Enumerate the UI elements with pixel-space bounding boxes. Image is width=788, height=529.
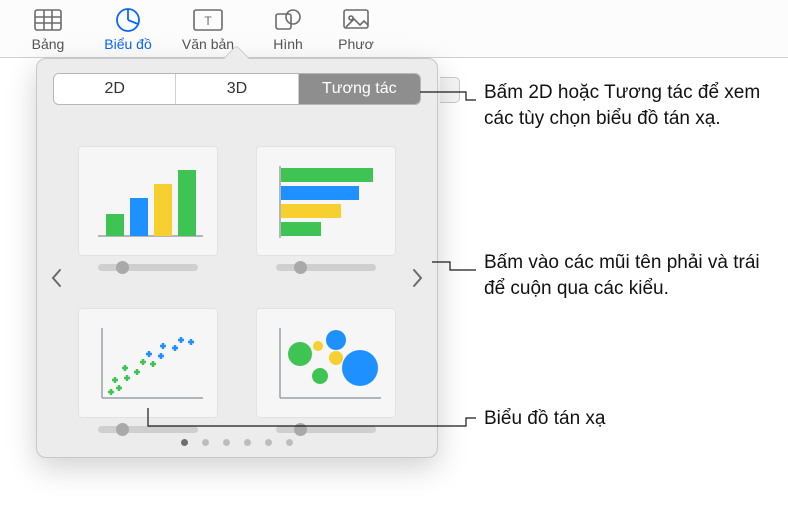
scatter-chart-icon [78, 308, 218, 418]
toolbar-chart-label: Biểu đồ [104, 36, 151, 52]
style-slider[interactable] [98, 426, 198, 433]
bubble-chart-icon [256, 308, 396, 418]
callout-arrows: Bấm vào các mũi tên phải và trái để cuộn… [484, 250, 784, 301]
toolbar-text-label: Văn bản [182, 36, 234, 52]
toolbar-table[interactable]: Bảng [8, 4, 88, 52]
callout-tabs: Bấm 2D hoặc Tương tác để xem các tùy chọ… [484, 80, 784, 131]
prev-arrow[interactable] [45, 258, 67, 298]
toolbar-media-label: Phươ [338, 36, 374, 52]
page-dot[interactable] [181, 439, 188, 446]
toolbar-shape-label: Hình [273, 36, 303, 52]
svg-text:T: T [204, 14, 212, 28]
style-slider[interactable] [276, 264, 376, 271]
background-control-fragment [440, 77, 460, 103]
bar-chart-icon [256, 146, 396, 256]
style-slider[interactable] [276, 426, 376, 433]
next-arrow[interactable] [407, 258, 429, 298]
callout-scatter: Biểu đồ tán xạ [484, 406, 784, 432]
shape-icon [274, 6, 302, 34]
toolbar: Bảng Biểu đồ T Văn bản Hình [0, 0, 788, 58]
media-icon [343, 6, 369, 34]
page-dot[interactable] [265, 439, 272, 446]
page-dot[interactable] [286, 439, 293, 446]
toolbar-shape[interactable]: Hình [248, 4, 328, 52]
chart-type-popover: 2D 3D Tương tác [36, 58, 438, 458]
page-dot[interactable] [223, 439, 230, 446]
chart-thumbnails-area [53, 123, 421, 433]
toolbar-text[interactable]: T Văn bản [168, 4, 248, 52]
page-dots [53, 439, 421, 446]
chart-type-bar[interactable] [249, 123, 403, 271]
chart-type-scatter[interactable] [71, 285, 225, 433]
page-dot[interactable] [202, 439, 209, 446]
pie-chart-icon [115, 6, 141, 34]
table-icon [34, 6, 62, 34]
tab-interactive[interactable]: Tương tác [299, 74, 420, 104]
chart-type-bubble[interactable] [249, 285, 403, 433]
text-box-icon: T [193, 6, 223, 34]
toolbar-table-label: Bảng [32, 36, 65, 52]
tab-2d[interactable]: 2D [54, 74, 176, 104]
column-chart-icon [78, 146, 218, 256]
toolbar-chart[interactable]: Biểu đồ [88, 4, 168, 52]
chart-thumbnails-grid [53, 123, 421, 433]
style-slider[interactable] [98, 264, 198, 271]
page-dot[interactable] [244, 439, 251, 446]
tab-3d[interactable]: 3D [176, 74, 298, 104]
toolbar-media[interactable]: Phươ [328, 4, 384, 52]
chart-type-column[interactable] [71, 123, 225, 271]
chart-dimension-tabs: 2D 3D Tương tác [53, 73, 421, 105]
